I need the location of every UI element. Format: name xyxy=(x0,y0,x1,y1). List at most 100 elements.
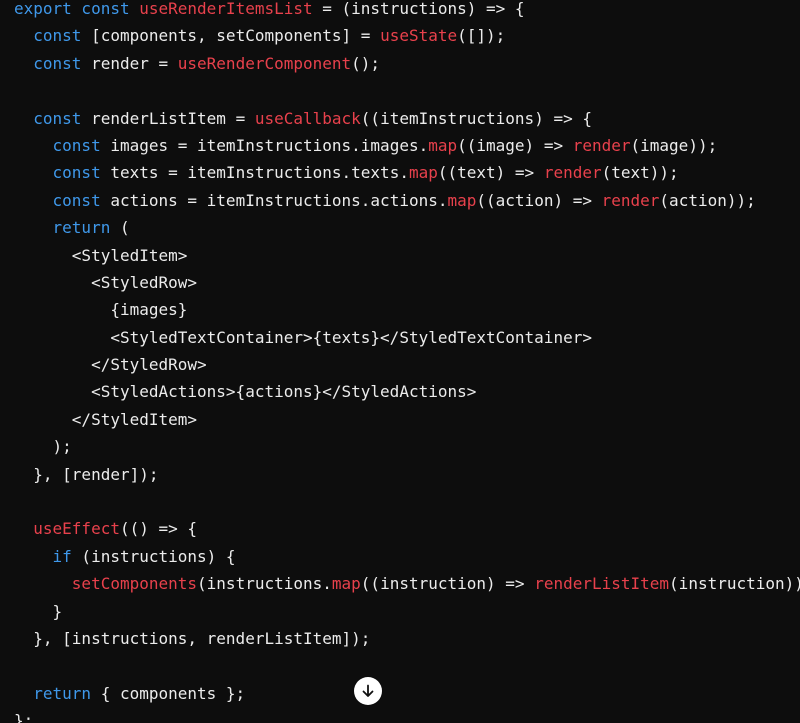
code-keyword: const xyxy=(52,135,101,155)
code-text: (instructions. xyxy=(197,574,332,594)
code-line: const images = itemInstructions.images.m… xyxy=(14,132,800,159)
code-text: (instructions) { xyxy=(71,546,236,566)
code-line: }, [render]); xyxy=(14,461,800,488)
code-line: const render = useRenderComponent(); xyxy=(14,50,800,77)
code-text: ([]); xyxy=(457,26,506,46)
code-text: } xyxy=(14,601,63,621)
code-text: }; xyxy=(14,711,34,723)
code-line: const renderListItem = useCallback((item… xyxy=(14,105,800,132)
code-text: (() => { xyxy=(119,519,198,539)
code-text: }, [render]); xyxy=(14,464,159,484)
code-text: [components, setComponents] = xyxy=(81,26,381,46)
code-line: return ( xyxy=(14,214,800,241)
code-keyword: if xyxy=(52,546,72,566)
code-function-name: render xyxy=(543,163,602,183)
code-keyword: const xyxy=(52,190,101,210)
code-text: renderListItem = xyxy=(81,108,255,128)
code-line: <StyledTextContainer>{texts}</StyledText… xyxy=(14,324,800,351)
code-text: <StyledActions>{actions}</StyledActions> xyxy=(14,382,477,402)
code-block-panel: export const useRenderItemsList = (instr… xyxy=(0,0,800,723)
code-text: ((instruction) => xyxy=(360,574,535,594)
code-function-name: useEffect xyxy=(33,519,120,539)
code-text: ((image) => xyxy=(457,135,573,155)
code-function-name: useCallback xyxy=(254,108,361,128)
arrow-down-icon xyxy=(360,683,376,699)
code-function-name: useRenderItemsList xyxy=(139,0,313,18)
code-text: (action)); xyxy=(659,190,756,210)
code-keyword: const xyxy=(52,163,101,183)
code-line: <StyledRow> xyxy=(14,269,800,296)
code-function-name: render xyxy=(572,135,631,155)
code-keyword: return xyxy=(33,683,92,703)
scroll-to-bottom-button[interactable] xyxy=(354,677,382,705)
code-line: </StyledRow> xyxy=(14,351,800,378)
code-line: setComponents(instructions.map((instruct… xyxy=(14,570,800,597)
code-text: }, [instructions, renderListItem]); xyxy=(14,628,371,648)
code-function-name: render xyxy=(601,190,660,210)
code-text: images = itemInstructions.images. xyxy=(100,135,429,155)
code-line: } xyxy=(14,598,800,625)
code-block: export const useRenderItemsList = (instr… xyxy=(14,0,800,723)
code-line: useEffect(() => { xyxy=(14,515,800,542)
code-function-name: map xyxy=(447,190,477,210)
code-text: { components }; xyxy=(91,683,246,703)
code-text: (image)); xyxy=(630,135,718,155)
code-function-name: renderListItem xyxy=(534,574,670,594)
code-line: ); xyxy=(14,433,800,460)
code-keyword: const xyxy=(33,26,82,46)
code-line: <StyledActions>{actions}</StyledActions> xyxy=(14,378,800,405)
code-text: = (instructions) => { xyxy=(312,0,525,18)
code-function-name: map xyxy=(331,574,361,594)
code-text: (text)); xyxy=(601,163,679,183)
code-keyword: export const xyxy=(14,0,140,18)
code-line: </StyledItem> xyxy=(14,406,800,433)
code-line: {images} xyxy=(14,296,800,323)
code-keyword: return xyxy=(52,218,111,238)
code-text: ( xyxy=(110,218,130,238)
code-keyword: const xyxy=(33,53,82,73)
code-function-name: map xyxy=(428,135,458,155)
code-line: const [components, setComponents] = useS… xyxy=(14,22,800,49)
code-keyword: const xyxy=(33,108,82,128)
code-text: texts = itemInstructions.texts. xyxy=(100,163,409,183)
code-line: if (instructions) { xyxy=(14,543,800,570)
code-line: const texts = itemInstructions.texts.map… xyxy=(14,159,800,186)
code-line: <StyledItem> xyxy=(14,242,800,269)
code-function-name: useState xyxy=(380,26,458,46)
code-text: <StyledRow> xyxy=(14,272,198,292)
code-text: render = xyxy=(81,53,178,73)
code-text: (instruction)) xyxy=(669,574,800,594)
code-text: ((itemInstructions) => { xyxy=(360,108,592,128)
code-text: </StyledItem> xyxy=(14,409,198,429)
code-function-name: map xyxy=(408,163,438,183)
code-line: export const useRenderItemsList = (instr… xyxy=(14,0,800,22)
code-text: <StyledTextContainer>{texts}</StyledText… xyxy=(14,327,592,347)
code-line: const actions = itemInstructions.actions… xyxy=(14,187,800,214)
code-line: }, [instructions, renderListItem]); xyxy=(14,625,800,652)
code-line: return { components }; xyxy=(14,680,800,707)
code-text: actions = itemInstructions.actions. xyxy=(100,190,448,210)
code-text: (); xyxy=(351,53,381,73)
code-text: ((text) => xyxy=(437,163,544,183)
code-text: ((action) => xyxy=(476,190,602,210)
code-text: <StyledItem> xyxy=(14,245,188,265)
code-text: {images} xyxy=(14,300,188,320)
code-text: </StyledRow> xyxy=(14,355,207,375)
code-line: }; xyxy=(14,707,800,723)
code-function-name: setComponents xyxy=(71,574,198,594)
code-text: ); xyxy=(14,437,72,457)
